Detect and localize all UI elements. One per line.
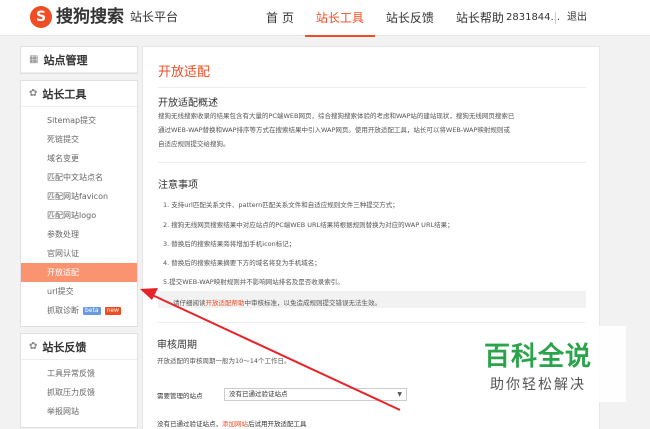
feedback-title: 站长反馈 (42, 340, 87, 354)
site-select-label: 需要管理的站点 (157, 392, 203, 400)
sidebar-item-crawl-diagnose[interactable]: 抓取诊断 beta new (21, 301, 137, 320)
tools-list: Sitemap提交 死链提交 域名变更 匹配中文站点名 匹配网站favicon … (21, 107, 137, 326)
sidebar-item-open-adapt[interactable]: 开放适配 (21, 263, 137, 282)
sogou-logo[interactable]: S 搜狗搜索 站长平台 (30, 5, 178, 29)
sidebar-item-logo[interactable]: 匹配网站logo (21, 206, 137, 225)
sidebar-item-sitemap[interactable]: Sitemap提交 (21, 111, 137, 130)
site-manage-header[interactable]: ▦ 站点管理 (21, 47, 137, 73)
page-title: 开放适配 (158, 65, 211, 80)
beta-badge: beta (83, 307, 101, 315)
gear-icon: ✿ (29, 341, 38, 352)
sidebar-item-deadlink[interactable]: 死链提交 (21, 130, 137, 149)
user-id[interactable]: 2831844... (506, 0, 560, 36)
nav-divider (555, 12, 556, 24)
top-navigation-bar: S 搜狗搜索 站长平台 首 页 站长工具 站长反馈 站长帮助 2831844..… (0, 0, 650, 37)
nav-webmaster-help[interactable]: 站长帮助 (445, 0, 515, 36)
watermark-title: 百科全说 (484, 342, 593, 372)
crawl-diagnose-label: 抓取诊断 (47, 306, 79, 315)
sidebar-item-domain-change[interactable]: 域名变更 (21, 149, 137, 168)
chevron-down-icon: ▼ (397, 391, 402, 398)
footer-post: 后试用开放适配工具 (248, 420, 307, 428)
sidebar: ▦ 站点管理 ✿ 站长工具 Sitemap提交 死链提交 域名变更 匹配中文站点… (20, 46, 138, 429)
sidebar-item-crawl-pressure[interactable]: 抓取压力反馈 (21, 383, 137, 402)
overview-line-2: 通过WEB-WAP替换和WAP排序等方式在搜索结果中引入WAP网页。使用开放适配… (158, 126, 510, 134)
site-manage-card: ▦ 站点管理 (20, 46, 138, 74)
nav-home[interactable]: 首 页 (255, 0, 305, 36)
sogou-logo-icon: S (30, 6, 52, 28)
note-item-5: 5.提交WEB-WAP映射规则并不影响网站排名及是否收录索引。 (163, 278, 344, 286)
note-item-4: 4. 替换后的搜索结果摘要下方的域名将变为手机域名； (163, 259, 321, 267)
gear-icon: ✿ (29, 88, 38, 99)
site-select-value: 没有已通过验证站点 (229, 390, 288, 398)
title-divider (158, 87, 586, 88)
overview-line-3: 自适应规则提交给搜狗。 (158, 140, 230, 148)
feedback-header[interactable]: ✿ 站长反馈 (21, 334, 137, 360)
tools-card: ✿ 站长工具 Sitemap提交 死链提交 域名变更 匹配中文站点名 匹配网站f… (20, 80, 138, 327)
watermark-subtitle: 助你轻松解决 (490, 377, 586, 393)
nav-webmaster-feedback[interactable]: 站长反馈 (375, 0, 445, 36)
sidebar-item-official-cert[interactable]: 官网认证 (21, 244, 137, 263)
nav-webmaster-tools[interactable]: 站长工具 (304, 0, 375, 37)
logo-text: 搜狗搜索 (56, 7, 124, 27)
note-item-3: 3. 替换后的搜索结果旁将增加手机icon标记； (163, 240, 296, 248)
logout-link[interactable]: 退出 (567, 0, 587, 36)
add-site-link[interactable]: 添加网站 (222, 420, 248, 428)
section-divider (158, 162, 586, 163)
tools-title: 站长工具 (42, 87, 87, 101)
footer-pre: 没有已通过验证站点， (157, 420, 222, 428)
sidebar-item-url-submit[interactable]: url提交 (21, 282, 137, 301)
tools-header[interactable]: ✿ 站长工具 (21, 81, 137, 107)
site-select[interactable]: 没有已通过验证站点 ▼ (224, 388, 407, 401)
note-item-1: 1. 支持url匹配关系文件、pattern匹配关系文件和自适应规则文件三种提交… (163, 201, 399, 209)
sidebar-item-site-name[interactable]: 匹配中文站点名 (21, 168, 137, 187)
overview-heading: 开放适配概述 (158, 98, 218, 109)
review-heading: 审核周期 (157, 340, 197, 351)
grid-icon: ▦ (29, 54, 39, 65)
new-badge: new (104, 307, 121, 315)
feedback-list: 工具异常反馈 抓取压力反馈 举报网站 (21, 360, 137, 427)
notice-post: 中审核标准，以免造成规则提交错误无法生效。 (244, 299, 382, 307)
open-adapt-help-link[interactable]: 开放适配帮助 (206, 299, 245, 307)
feedback-card: ✿ 站长反馈 工具异常反馈 抓取压力反馈 举报网站 (20, 333, 138, 428)
sidebar-item-params[interactable]: 参数处理 (21, 225, 137, 244)
notice-pre: 请仔细阅读 (173, 299, 206, 307)
sidebar-item-report-site[interactable]: 举报网站 (21, 402, 137, 421)
review-text: 开放适配的审核周期一般为10～14个工作日。 (157, 357, 291, 365)
footer-note: 没有已通过验证站点，添加网站后试用开放适配工具 (157, 418, 307, 428)
sidebar-item-tool-error[interactable]: 工具异常反馈 (21, 364, 137, 383)
review-divider (157, 322, 585, 323)
notes-heading: 注意事项 (158, 180, 198, 191)
note-item-2: 2. 搜狗无线网页搜索结果中对应站点的PC端WEB URL结果将根据规则替换为对… (163, 221, 454, 229)
overview-line-1: 搜狗无线搜索收录的结果包含有大量的PC端WEB网页，综合搜狗搜索体验的考虑和WA… (158, 112, 515, 120)
site-manage-title: 站点管理 (43, 53, 88, 67)
sidebar-item-favicon[interactable]: 匹配网站favicon (21, 187, 137, 206)
logo-subtitle: 站长平台 (130, 10, 179, 24)
main-nav: 首 页 站长工具 站长反馈 站长帮助 (255, 0, 515, 37)
notice-text: 请仔细阅读开放适配帮助中审核标准，以免造成规则提交错误无法生效。 (173, 297, 381, 307)
